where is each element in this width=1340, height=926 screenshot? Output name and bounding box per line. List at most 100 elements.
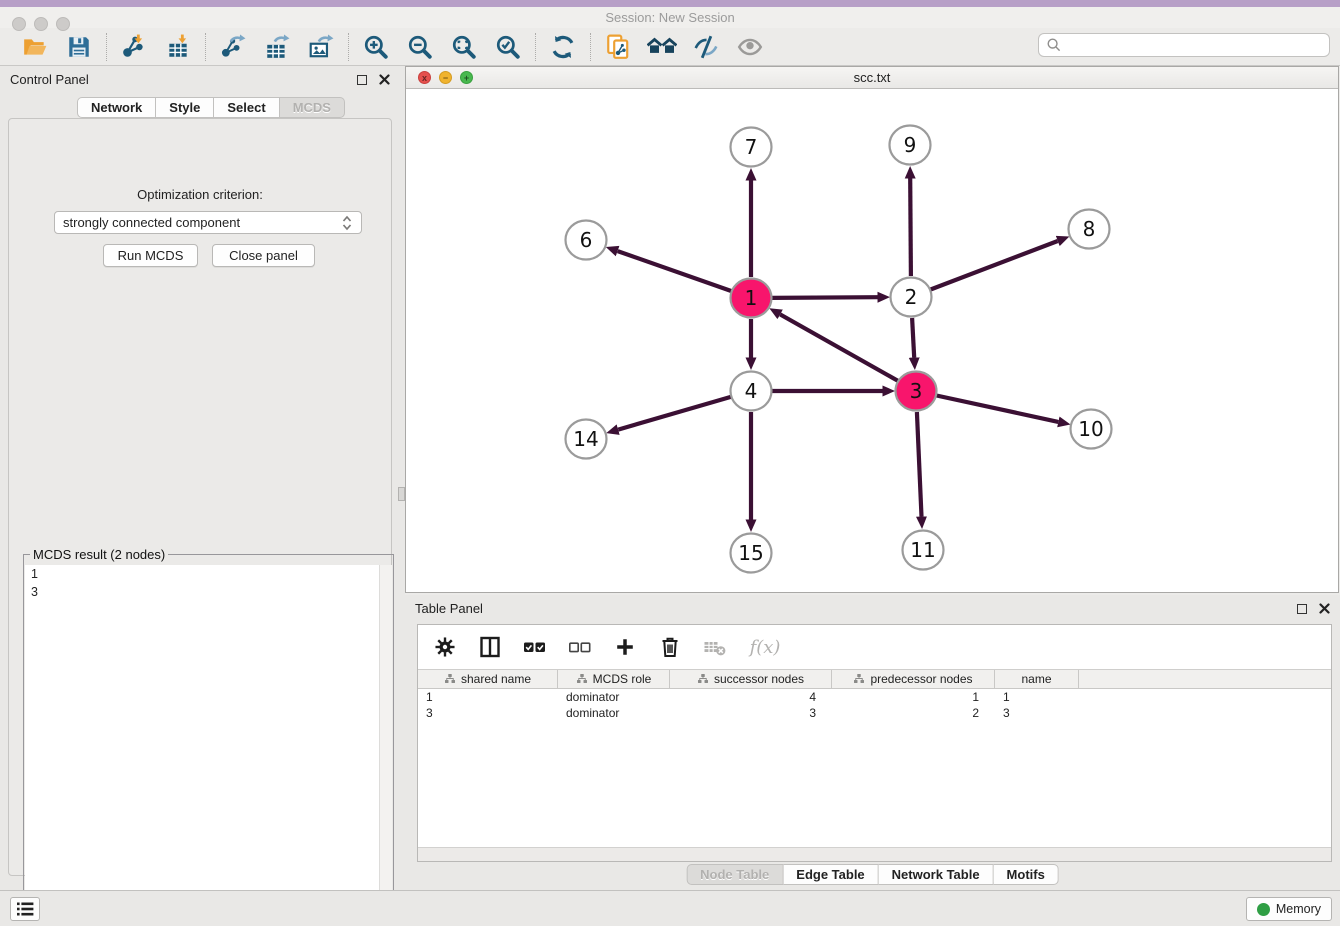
control-panel-title: Control Panel (10, 72, 357, 87)
criterion-dropdown[interactable]: strongly connected component (54, 211, 362, 234)
zoom-fit-icon[interactable] (449, 32, 479, 62)
tab-select[interactable]: Select (214, 97, 279, 118)
duplicate-network-icon[interactable] (603, 32, 633, 62)
table-cell[interactable]: 1 (418, 690, 558, 704)
table-cell[interactable]: 2 (832, 706, 995, 720)
vertical-splitter-grip[interactable] (398, 487, 405, 501)
edge-3-10[interactable] (937, 396, 1059, 422)
table-cell[interactable]: 1 (995, 690, 1079, 704)
table-row[interactable]: 1dominator411 (418, 689, 1331, 705)
graph-node-2[interactable]: 2 (891, 278, 932, 317)
table-cell[interactable]: 3 (670, 706, 832, 720)
window-titlebar: Session: New Session (0, 7, 1340, 28)
svg-text:10: 10 (1078, 417, 1103, 441)
select-all-icon[interactable] (522, 634, 548, 660)
network-canvas[interactable]: 7 9 6 8 1 2 4 3 14 10 15 11 (406, 89, 1338, 592)
close-panel-icon[interactable] (379, 74, 390, 85)
network-close-icon[interactable]: x (418, 71, 431, 84)
add-row-icon[interactable] (612, 634, 638, 660)
toolbar-group (8, 32, 106, 62)
edge-1-6[interactable] (618, 251, 732, 291)
task-history-button[interactable] (10, 897, 40, 921)
graph-node-3[interactable]: 3 (896, 372, 937, 411)
column-header-successor-nodes[interactable]: successor nodes (670, 670, 832, 688)
export-image-icon[interactable] (306, 32, 336, 62)
table-cell[interactable]: 3 (995, 706, 1079, 720)
graph-node-15[interactable]: 15 (731, 534, 772, 573)
gear-icon[interactable] (432, 634, 458, 660)
tab-edge-table[interactable]: Edge Table (783, 864, 878, 885)
memory-button[interactable]: Memory (1246, 897, 1332, 921)
network-window-titlebar[interactable]: x − + scc.txt (406, 67, 1338, 89)
svg-text:2: 2 (905, 285, 918, 309)
table-cell[interactable]: dominator (558, 706, 670, 720)
zoom-selected-icon[interactable] (493, 32, 523, 62)
column-header-MCDS-role[interactable]: MCDS role (558, 670, 670, 688)
graph-node-6[interactable]: 6 (566, 221, 607, 260)
edge-1-2[interactable] (772, 297, 878, 298)
import-network-icon[interactable] (119, 32, 149, 62)
svg-text:8: 8 (1083, 217, 1096, 241)
table-cell[interactable]: 1 (832, 690, 995, 704)
tab-motifs[interactable]: Motifs (994, 864, 1059, 885)
column-header-name[interactable]: name (995, 670, 1079, 688)
search-input[interactable] (1038, 33, 1330, 57)
svg-text:15: 15 (738, 541, 763, 565)
export-table-icon[interactable] (262, 32, 292, 62)
show-details-icon[interactable] (735, 32, 765, 62)
table-cell[interactable]: dominator (558, 690, 670, 704)
column-header-predecessor-nodes[interactable]: predecessor nodes (832, 670, 995, 688)
edge-2-3[interactable] (912, 318, 914, 358)
graph-node-9[interactable]: 9 (890, 126, 931, 165)
network-maximize-icon[interactable]: + (460, 71, 473, 84)
result-scrollbar[interactable] (379, 565, 392, 919)
edge-3-11[interactable] (917, 412, 922, 517)
float-table-panel-icon[interactable] (1297, 604, 1307, 614)
zoom-out-icon[interactable] (405, 32, 435, 62)
table-cell[interactable]: 3 (418, 706, 558, 720)
table-cell[interactable]: 4 (670, 690, 832, 704)
graph-node-14[interactable]: 14 (566, 420, 607, 459)
tab-network[interactable]: Network (77, 97, 156, 118)
graph-node-10[interactable]: 10 (1071, 410, 1112, 449)
mcds-panel-body: Optimization criterion: strongly connect… (8, 118, 392, 876)
graph-node-7[interactable]: 7 (731, 128, 772, 167)
edge-4-14[interactable] (618, 397, 731, 430)
float-panel-icon[interactable] (357, 75, 367, 85)
application-window: Session: New Session Control Panel Netwo… (0, 0, 1340, 926)
save-session-icon[interactable] (64, 32, 94, 62)
refresh-network-icon[interactable] (548, 32, 578, 62)
graph-node-8[interactable]: 8 (1069, 210, 1110, 249)
export-network-icon[interactable] (218, 32, 248, 62)
edge-3-1[interactable] (780, 314, 898, 380)
column-label: MCDS role (593, 672, 652, 686)
columns-icon[interactable] (477, 634, 503, 660)
tab-style[interactable]: Style (156, 97, 214, 118)
graph-node-1[interactable]: 1 (731, 279, 772, 318)
table-hscrollbar[interactable] (418, 847, 1331, 861)
delete-row-icon[interactable] (657, 634, 683, 660)
graph-node-4[interactable]: 4 (731, 372, 772, 411)
mcds-result-textarea[interactable]: 13 (25, 565, 392, 919)
home-icon[interactable] (647, 32, 677, 62)
hide-details-icon[interactable] (691, 32, 721, 62)
edge-2-9[interactable] (910, 179, 911, 277)
tab-node-table[interactable]: Node Table (686, 864, 783, 885)
table-header-row: shared name MCDS role successor nodesprede… (418, 670, 1331, 689)
close-panel-button[interactable]: Close panel (212, 244, 315, 267)
tab-network-table[interactable]: Network Table (879, 864, 994, 885)
tab-mcds[interactable]: MCDS (280, 97, 345, 118)
open-session-icon[interactable] (20, 32, 50, 62)
zoom-in-icon[interactable] (361, 32, 391, 62)
column-header-shared-name[interactable]: shared name (418, 670, 558, 688)
edge-2-8[interactable] (931, 241, 1058, 290)
deselect-all-icon[interactable] (567, 634, 593, 660)
run-mcds-button[interactable]: Run MCDS (103, 244, 198, 267)
table-panel-title: Table Panel (415, 601, 1297, 616)
table-row[interactable]: 3dominator323 (418, 705, 1331, 721)
graph-node-11[interactable]: 11 (903, 531, 944, 570)
import-table-icon[interactable] (163, 32, 193, 62)
network-minimize-icon[interactable]: − (439, 71, 452, 84)
close-table-panel-icon[interactable] (1319, 603, 1330, 614)
svg-text:9: 9 (904, 133, 917, 157)
